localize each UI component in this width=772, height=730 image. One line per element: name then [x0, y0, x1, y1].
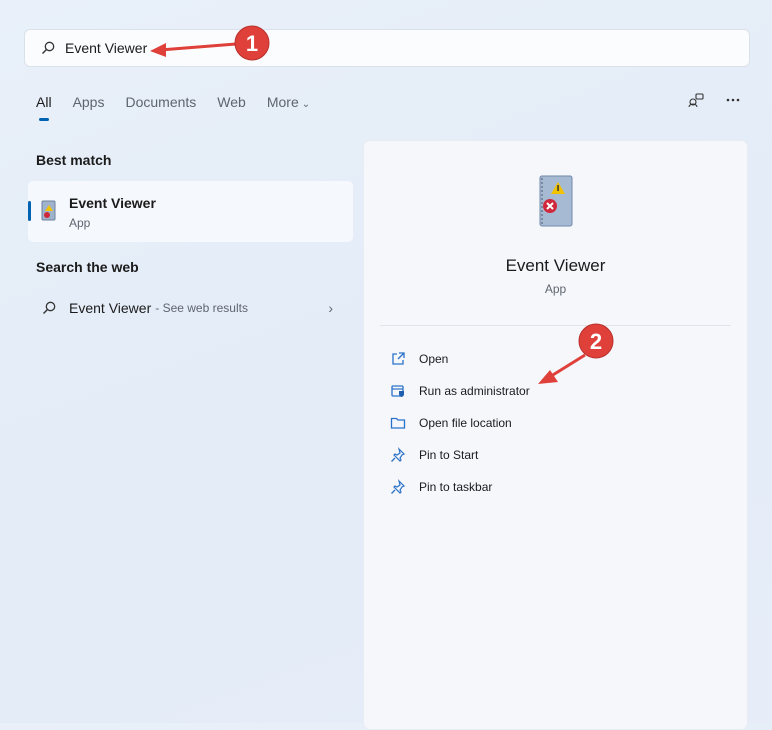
- shield-window-icon: [391, 385, 404, 397]
- filter-tabs: All Apps Documents Web More ⌄: [36, 94, 331, 121]
- tab-documents[interactable]: Documents: [125, 94, 196, 110]
- open-external-icon: [392, 352, 405, 365]
- web-result-title: Event Viewer: [69, 300, 152, 316]
- tab-apps[interactable]: Apps: [73, 94, 105, 110]
- search-box[interactable]: [24, 29, 750, 67]
- tab-all[interactable]: All: [36, 94, 52, 121]
- panel-title: Event Viewer: [505, 256, 606, 275]
- tab-more[interactable]: More ⌄: [267, 94, 310, 110]
- chevron-right-icon: ›: [328, 300, 333, 316]
- divider: [380, 325, 731, 326]
- open-action[interactable]: Open: [390, 343, 530, 375]
- event-viewer-large-icon: [539, 175, 573, 227]
- action-label: Run as administrator: [419, 384, 530, 398]
- pin-icon: [391, 479, 406, 494]
- folder-icon: [390, 417, 406, 429]
- action-label: Open: [419, 352, 449, 366]
- chevron-down-icon: ⌄: [301, 99, 311, 110]
- details-panel: Event Viewer App Open Run as administrat…: [363, 140, 748, 730]
- action-list: Open Run as administrator Open file loca…: [390, 343, 530, 503]
- search-web-heading: Search the web: [36, 259, 139, 275]
- pin-to-taskbar-action[interactable]: Pin to taskbar: [390, 471, 530, 503]
- web-result-item[interactable]: Event Viewer - See web results ›: [28, 294, 353, 322]
- action-label: Pin to taskbar: [419, 480, 493, 494]
- best-match-item[interactable]: Event Viewer App: [28, 181, 353, 242]
- more-options-icon[interactable]: [726, 98, 740, 102]
- account-switch-icon[interactable]: [688, 92, 704, 108]
- web-result-suffix: - See web results: [155, 301, 248, 315]
- best-match-title: Event Viewer: [69, 195, 156, 211]
- panel-subtitle: App: [544, 282, 567, 296]
- tab-more-label: More: [266, 94, 299, 110]
- search-icon: [43, 301, 56, 314]
- action-label: Pin to Start: [419, 448, 479, 462]
- search-icon: [42, 41, 55, 54]
- best-match-heading: Best match: [36, 152, 112, 168]
- selection-indicator: [28, 201, 31, 221]
- best-match-subtitle: App: [69, 216, 91, 230]
- open-file-location-action[interactable]: Open file location: [390, 407, 530, 439]
- pin-to-start-action[interactable]: Pin to Start: [390, 439, 530, 471]
- action-label: Open file location: [419, 416, 512, 430]
- run-as-admin-action[interactable]: Run as administrator: [390, 375, 530, 407]
- search-input[interactable]: [65, 40, 665, 56]
- tab-web[interactable]: Web: [217, 94, 246, 110]
- pin-icon: [391, 447, 406, 462]
- event-viewer-icon: [41, 200, 56, 221]
